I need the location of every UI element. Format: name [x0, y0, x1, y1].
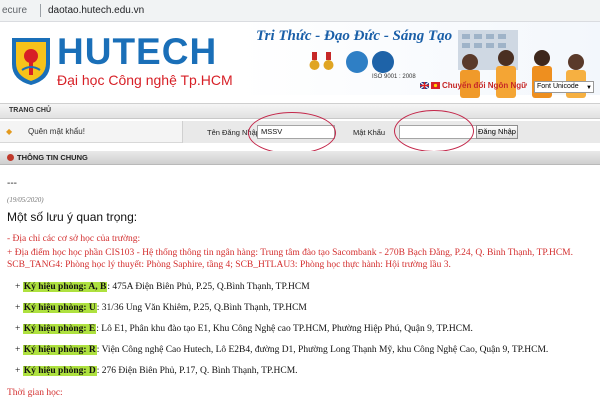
- room-item: + Ký hiệu phòng: U: 31/36 Ung Văn Khiêm,…: [15, 303, 307, 313]
- notice-heading: Một số lưu ý quan trọng:: [7, 210, 138, 224]
- language-label[interactable]: Chuyển đổi Ngôn Ngữ: [442, 81, 527, 90]
- room-bullet: +: [15, 282, 23, 292]
- room-address: : 475A Điện Biên Phủ, P.25, Q.Bình Thạnh…: [107, 282, 310, 292]
- uk-flag-icon[interactable]: [420, 82, 429, 89]
- password-label: Mật Khẩu: [353, 128, 386, 137]
- forgot-password-link[interactable]: Quên mật khẩu!: [28, 127, 85, 136]
- login-button[interactable]: Đăng Nhập: [476, 125, 518, 139]
- post-date: (19/05/2020): [7, 196, 44, 204]
- room-address: : 31/36 Ung Văn Khiêm, P.25, Q.Bình Thạn…: [96, 303, 307, 313]
- room-item: + Ký hiệu phòng: E: Lô E1, Phân khu đào …: [15, 324, 473, 334]
- room-address: : 276 Điện Biên Phủ, P.17, Q. Bình Thạnh…: [96, 366, 298, 376]
- room-code: Ký hiệu phòng: E: [22, 324, 97, 334]
- room-item: + Ký hiệu phòng: A, B: 475A Điện Biên Ph…: [15, 282, 310, 292]
- room-code: Ký hiệu phòng: R: [22, 345, 97, 355]
- highlight-circle-password: [394, 110, 474, 152]
- browser-address-bar[interactable]: ecure daotao.hutech.edu.vn: [0, 0, 600, 22]
- login-form: Tên Đăng Nhập MSSV Mật Khẩu Đăng Nhập: [182, 121, 600, 143]
- font-select-value: Font Unicode: [537, 83, 579, 90]
- font-select[interactable]: Font Unicode ▼: [534, 81, 594, 93]
- room-bullet: +: [15, 345, 23, 355]
- medal-icon: [323, 52, 334, 70]
- url-text[interactable]: daotao.hutech.edu.vn: [48, 5, 144, 16]
- room-bullet: +: [15, 303, 23, 313]
- room-item: + Ký hiệu phòng: D: 276 Điện Biên Phủ, P…: [15, 366, 298, 376]
- room-bullet: +: [15, 366, 23, 376]
- nav-home-link[interactable]: TRANG CHỦ: [9, 107, 51, 114]
- section-title: THÔNG TIN CHUNG: [17, 153, 88, 162]
- medal-icon: [309, 52, 320, 70]
- address-title: - Địa chỉ các cơ sở học của trường:: [7, 234, 141, 244]
- security-indicator[interactable]: ecure: [2, 5, 27, 16]
- separator-dashes: ---: [7, 178, 17, 189]
- room-code: Ký hiệu phòng: U: [22, 303, 97, 313]
- vietnam-flag-icon[interactable]: [431, 82, 440, 89]
- iso-badge-icon: [372, 51, 394, 73]
- chevron-down-icon: ▼: [586, 85, 592, 91]
- iso-label: ISO 9001 : 2008: [372, 74, 416, 80]
- address-detail: + Địa điểm học học phần CIS103 - Hệ thốn…: [7, 248, 573, 270]
- study-time-title: Thời gian học:: [7, 388, 63, 398]
- key-icon: ◆: [6, 127, 13, 136]
- highlight-circle-username: [248, 112, 336, 154]
- section-header: THÔNG TIN CHUNG: [0, 151, 600, 165]
- room-bullet: +: [15, 324, 23, 334]
- room-item: + Ký hiệu phòng: R: Viện Công nghệ Cao H…: [15, 345, 548, 355]
- room-code: Ký hiệu phòng: A, B: [22, 282, 108, 292]
- bullet-icon: [7, 154, 14, 161]
- quacert-badge-icon: [346, 51, 368, 73]
- room-code: Ký hiệu phòng: D: [22, 366, 97, 376]
- room-address: : Viện Công nghệ Cao Hutech, Lô E2B4, đư…: [96, 345, 549, 355]
- hutech-shield-logo-icon[interactable]: [10, 34, 52, 86]
- notice-content: --- (19/05/2020) Một số lưu ý quan trọng…: [0, 166, 600, 404]
- brand-subtitle: Đại học Công nghệ Tp.HCM: [57, 72, 233, 88]
- address-divider: [40, 4, 41, 17]
- site-banner: HUTECH Đại học Công nghệ Tp.HCM Tri Thức…: [0, 22, 600, 98]
- room-address: : Lô E1, Phân khu đào tạo E1, Khu Công N…: [96, 324, 473, 334]
- slogan: Tri Thức - Đạo Đức - Sáng Tạo: [256, 28, 453, 44]
- brand-name[interactable]: HUTECH: [57, 31, 217, 73]
